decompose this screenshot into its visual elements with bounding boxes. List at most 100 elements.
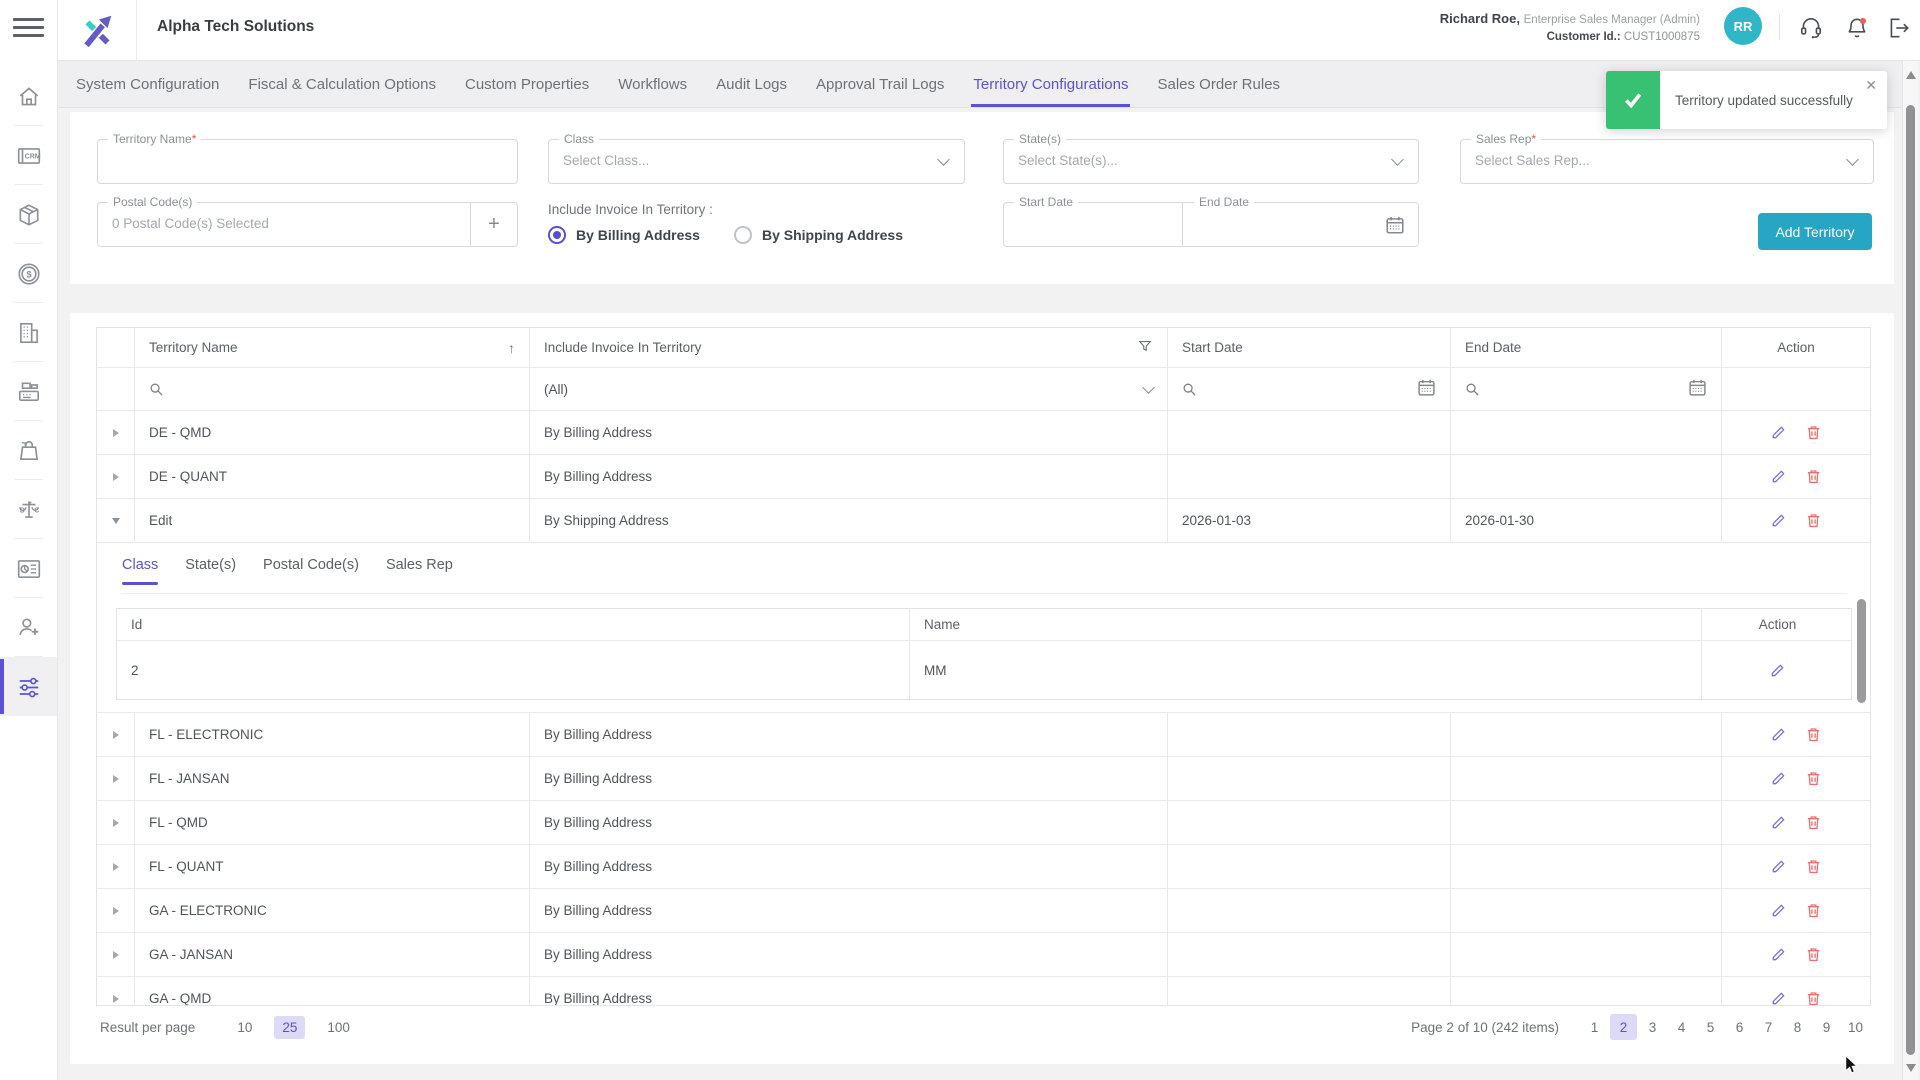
delete-trash-icon[interactable] <box>1805 726 1822 743</box>
page-9[interactable]: 9 <box>1813 1014 1840 1040</box>
scroll-down-arrow-icon[interactable] <box>1906 1064 1916 1072</box>
tab-system-configuration[interactable]: System Configuration <box>76 61 219 107</box>
delete-trash-icon[interactable] <box>1805 424 1822 441</box>
radio-label[interactable]: By Billing Address <box>576 227 700 243</box>
edit-pencil-icon[interactable] <box>1770 814 1787 831</box>
row-expander[interactable] <box>97 889 135 932</box>
postal-codes-field[interactable]: Postal Code(s) 0 Postal Code(s) Selected… <box>97 202 518 247</box>
tab-sales-order-rules[interactable]: Sales Order Rules <box>1157 61 1280 107</box>
edit-pencil-icon[interactable] <box>1770 990 1787 1006</box>
sidebar-item-purchases[interactable] <box>0 421 57 480</box>
sidebar-item-home[interactable] <box>0 67 57 126</box>
filter-include-invoice-dropdown[interactable]: (All) <box>530 368 1168 410</box>
delete-trash-icon[interactable] <box>1805 512 1822 529</box>
detail-tab-class[interactable]: Class <box>122 557 158 585</box>
col-include-invoice[interactable]: Include Invoice In Territory <box>530 328 1168 367</box>
edit-pencil-icon[interactable] <box>1769 662 1786 679</box>
col-end-date[interactable]: End Date <box>1451 328 1722 367</box>
add-territory-button[interactable]: Add Territory <box>1758 213 1872 250</box>
delete-trash-icon[interactable] <box>1805 858 1822 875</box>
page-10[interactable]: 10 <box>1842 1014 1869 1040</box>
filter-start-date[interactable] <box>1168 368 1451 410</box>
tab-territory-configurations[interactable]: Territory Configurations <box>973 61 1128 107</box>
toast-close-icon[interactable]: ✕ <box>1865 77 1877 94</box>
page-7[interactable]: 7 <box>1755 1014 1782 1040</box>
delete-trash-icon[interactable] <box>1805 990 1822 1006</box>
avatar[interactable]: RR <box>1724 7 1762 45</box>
sort-ascending-icon[interactable]: ↑ <box>508 340 515 356</box>
row-expander[interactable] <box>97 455 135 498</box>
radio-by-billing-address[interactable] <box>548 226 566 244</box>
sidebar-item-company[interactable] <box>0 303 57 362</box>
app-logo[interactable] <box>58 0 137 61</box>
sidebar-item-pos[interactable] <box>0 362 57 421</box>
calendar-icon[interactable] <box>1385 215 1405 240</box>
tab-custom-properties[interactable]: Custom Properties <box>465 61 589 107</box>
tab-approval-trail-logs[interactable]: Approval Trail Logs <box>816 61 944 107</box>
hamburger-menu-icon[interactable] <box>13 18 44 40</box>
page-5[interactable]: 5 <box>1697 1014 1724 1040</box>
logout-icon[interactable] <box>1886 15 1912 41</box>
filter-end-date[interactable] <box>1451 368 1722 410</box>
edit-pencil-icon[interactable] <box>1770 946 1787 963</box>
page-6[interactable]: 6 <box>1726 1014 1753 1040</box>
row-expander[interactable] <box>97 757 135 800</box>
detail-tab-postal-codes[interactable]: Postal Code(s) <box>263 557 359 585</box>
edit-pencil-icon[interactable] <box>1770 512 1787 529</box>
edit-pencil-icon[interactable] <box>1770 424 1787 441</box>
date-range-field[interactable]: Start Date End Date <box>1003 202 1419 247</box>
sidebar-item-pricing[interactable]: $ <box>0 244 57 303</box>
edit-pencil-icon[interactable] <box>1770 770 1787 787</box>
notifications-bell-icon[interactable] <box>1844 15 1870 41</box>
support-headset-icon[interactable] <box>1798 15 1824 41</box>
calendar-icon[interactable] <box>1688 378 1707 400</box>
col-territory-name[interactable]: Territory Name↑ <box>135 328 530 367</box>
edit-pencil-icon[interactable] <box>1770 902 1787 919</box>
calendar-icon[interactable] <box>1417 378 1436 400</box>
panel-scrollbar-thumb[interactable] <box>1857 599 1866 703</box>
col-start-date[interactable]: Start Date <box>1168 328 1451 367</box>
per-page-25[interactable]: 25 <box>274 1016 305 1039</box>
add-postal-code-button[interactable]: + <box>470 203 517 246</box>
delete-trash-icon[interactable] <box>1805 814 1822 831</box>
tab-audit-logs[interactable]: Audit Logs <box>716 61 787 107</box>
page-2[interactable]: 2 <box>1610 1014 1637 1040</box>
sidebar-item-reports[interactable] <box>0 539 57 598</box>
edit-pencil-icon[interactable] <box>1770 858 1787 875</box>
scrollbar-thumb[interactable] <box>1906 105 1915 1055</box>
sidebar-item-configurations[interactable] <box>0 657 57 716</box>
row-expander[interactable] <box>97 801 135 844</box>
row-expander[interactable] <box>97 933 135 976</box>
delete-trash-icon[interactable] <box>1805 468 1822 485</box>
tab-fiscal-calculation-options[interactable]: Fiscal & Calculation Options <box>248 61 436 107</box>
page-3[interactable]: 3 <box>1639 1014 1666 1040</box>
states-select[interactable]: State(s) Select State(s)... <box>1003 139 1419 184</box>
delete-trash-icon[interactable] <box>1805 902 1822 919</box>
radio-by-shipping-address[interactable] <box>734 226 752 244</box>
filter-funnel-icon[interactable] <box>1137 338 1153 357</box>
sidebar-item-add-user[interactable] <box>0 598 57 657</box>
per-page-100[interactable]: 100 <box>319 1016 358 1039</box>
territory-name-field[interactable]: Territory Name* <box>97 139 518 184</box>
scroll-up-arrow-icon[interactable] <box>1906 71 1916 79</box>
delete-trash-icon[interactable] <box>1805 946 1822 963</box>
filter-territory-name[interactable] <box>135 368 530 410</box>
row-collapser[interactable] <box>97 499 135 542</box>
row-expander[interactable] <box>97 845 135 888</box>
per-page-10[interactable]: 10 <box>229 1016 260 1039</box>
edit-pencil-icon[interactable] <box>1770 726 1787 743</box>
row-expander[interactable] <box>97 977 135 1006</box>
delete-trash-icon[interactable] <box>1805 770 1822 787</box>
page-scrollbar[interactable] <box>1902 61 1918 1080</box>
tab-workflows[interactable]: Workflows <box>618 61 687 107</box>
edit-pencil-icon[interactable] <box>1770 468 1787 485</box>
detail-tab-sales-rep[interactable]: Sales Rep <box>386 557 453 585</box>
sidebar-item-products[interactable] <box>0 185 57 244</box>
page-1[interactable]: 1 <box>1581 1014 1608 1040</box>
radio-label[interactable]: By Shipping Address <box>762 227 903 243</box>
class-select[interactable]: Class Select Class... <box>548 139 965 184</box>
sales-rep-select[interactable]: Sales Rep* Select Sales Rep... <box>1460 139 1874 184</box>
sidebar-item-crm[interactable]: CRM <box>0 126 57 185</box>
detail-tab-states[interactable]: State(s) <box>185 557 236 585</box>
sidebar-item-accounting[interactable]: DC <box>0 480 57 539</box>
